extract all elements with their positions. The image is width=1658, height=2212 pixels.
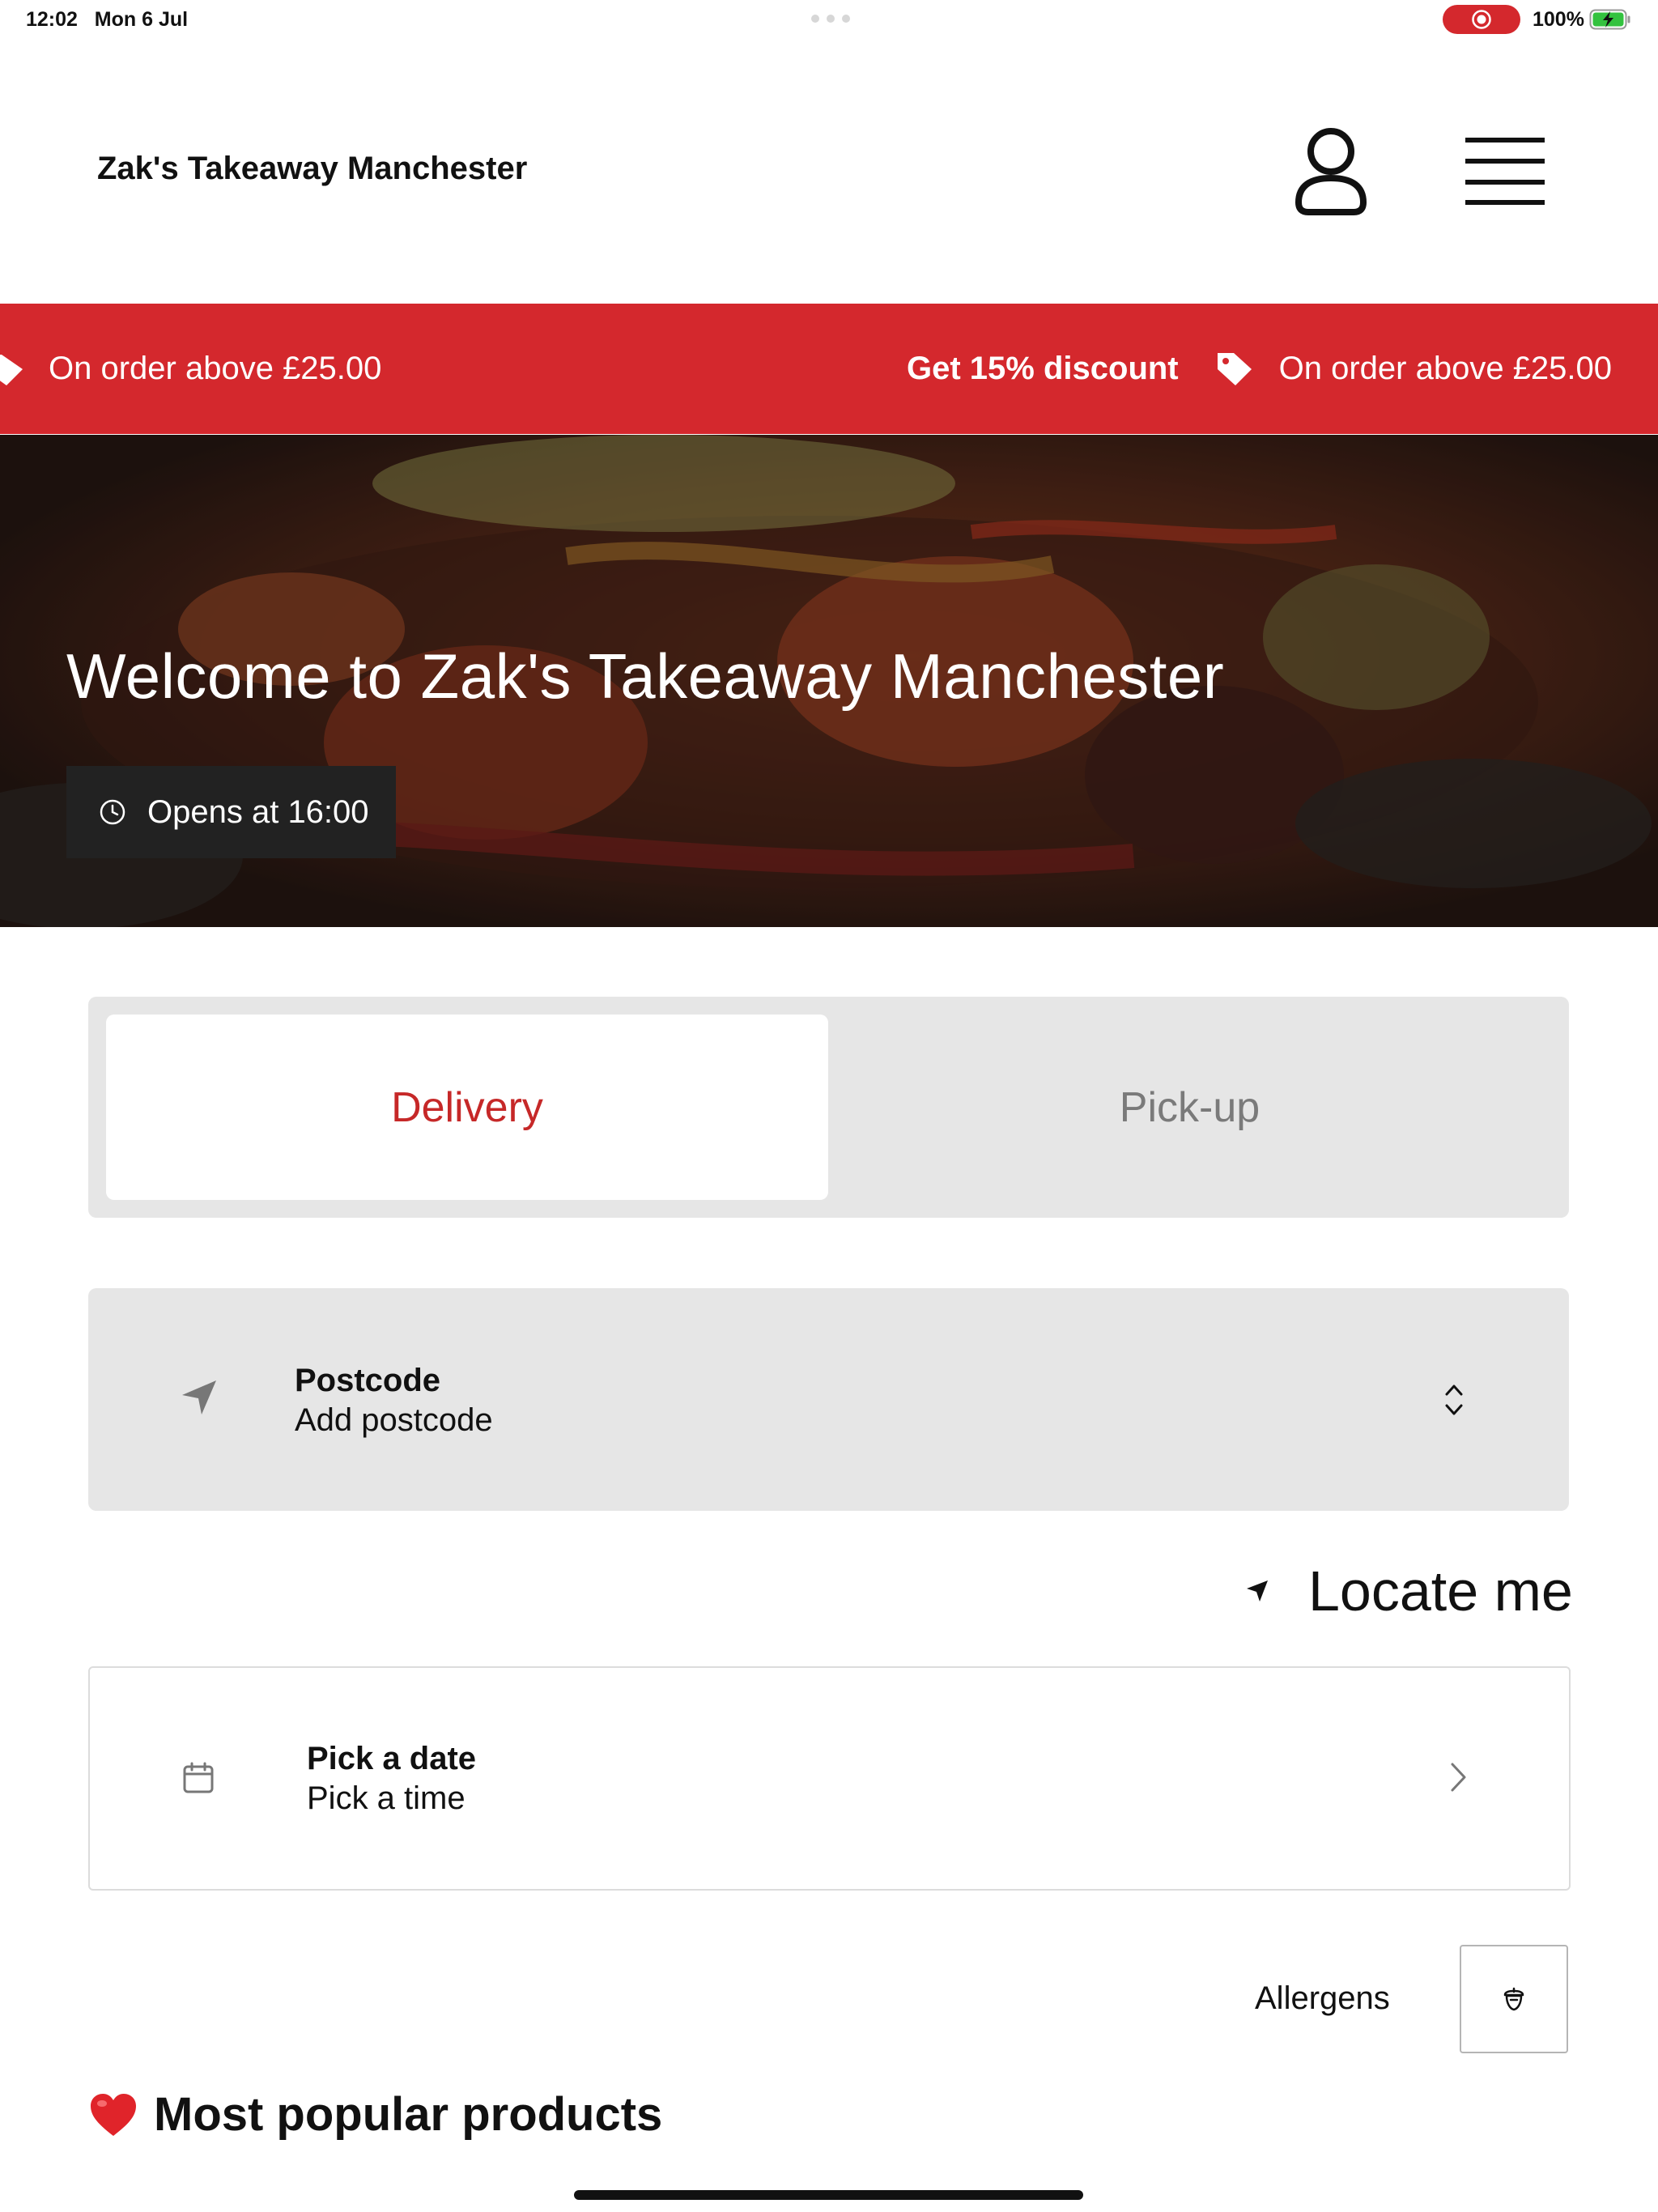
status-time: 12:02 Mon 6 Jul: [26, 8, 189, 31]
multitasking-dots[interactable]: [811, 15, 850, 23]
tag-icon: [1217, 352, 1252, 385]
tab-delivery[interactable]: Delivery: [106, 1015, 828, 1200]
popular-section-heading: Most popular products: [89, 2087, 662, 2142]
postcode-label: Postcode: [295, 1363, 441, 1398]
pick-time-label: Pick a time: [307, 1780, 466, 1816]
home-indicator[interactable]: [574, 2190, 1083, 2200]
order-mode-selector: Delivery Pick-up: [88, 997, 1569, 1218]
hamburger-menu-icon: [1465, 138, 1545, 205]
hero-title: Welcome to Zak's Takeaway Manchester: [66, 640, 1225, 712]
location-arrow-icon: [1247, 1580, 1268, 1602]
user-icon: [1295, 128, 1367, 215]
postcode-placeholder: Add postcode: [295, 1402, 493, 1438]
schedule-picker[interactable]: Pick a date Pick a time: [88, 1666, 1571, 1891]
pick-date-label: Pick a date: [307, 1741, 477, 1776]
record-icon: [1472, 10, 1491, 29]
opening-hours-text: Opens at 16:00: [147, 793, 369, 830]
locate-me-label: Locate me: [1308, 1559, 1573, 1623]
allergens-button[interactable]: [1460, 1945, 1568, 2053]
status-date: Mon 6 Jul: [94, 8, 189, 31]
promo-headline: Get 15% discount: [907, 351, 1179, 386]
promo-banner: On order above £25.00 Get 15% discount O…: [0, 304, 1658, 434]
heart-icon: [91, 2093, 136, 2136]
tab-pick-up[interactable]: Pick-up: [828, 1015, 1551, 1200]
restaurant-name[interactable]: Zak's Takeaway Manchester: [97, 151, 527, 187]
screen-recording-indicator[interactable]: [1443, 5, 1520, 34]
allergens-label[interactable]: Allergens: [1255, 1980, 1390, 2017]
menu-button[interactable]: [1464, 136, 1546, 206]
location-arrow-icon: [182, 1380, 216, 1414]
acorn-icon: [1503, 1987, 1524, 2011]
popular-title: Most popular products: [154, 2088, 663, 2141]
battery-percent: 100%: [1533, 8, 1584, 31]
tag-icon: [0, 354, 23, 385]
chevron-up-down-icon: [1445, 1385, 1463, 1415]
promo-condition-1: On order above £25.00: [49, 351, 382, 386]
battery-charging-icon: [1589, 9, 1630, 30]
calendar-icon: [183, 1762, 214, 1793]
opening-hours-badge: Opens at 16:00: [66, 766, 396, 858]
postcode-field[interactable]: Postcode Add postcode: [88, 1288, 1569, 1511]
chevron-right-icon: [1451, 1763, 1466, 1792]
account-button[interactable]: [1290, 123, 1371, 220]
clock-icon: [100, 799, 125, 825]
locate-me-button[interactable]: Locate me: [1245, 1556, 1573, 1626]
promo-condition-2: On order above £25.00: [1278, 351, 1613, 386]
